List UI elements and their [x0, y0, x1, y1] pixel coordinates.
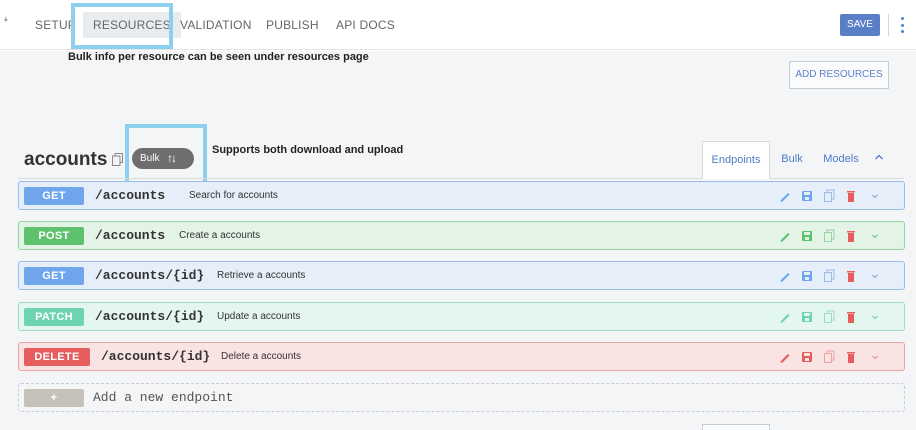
endpoint-actions	[779, 229, 899, 243]
delete-icon[interactable]	[845, 229, 857, 243]
add-endpoint-label: Add a new endpoint	[93, 390, 234, 405]
tab-endpoints[interactable]: Endpoints	[702, 141, 770, 179]
tab-bulk[interactable]: Bulk	[774, 141, 810, 179]
endpoint-row[interactable]: PATCH /accounts/{id} Update a accounts	[18, 302, 905, 331]
chevron-down-icon[interactable]	[869, 269, 881, 283]
highlight-resources-tab	[71, 3, 173, 49]
tab-publish[interactable]: PUBLISH	[266, 12, 319, 38]
endpoint-row[interactable]: GET /accounts Search for accounts	[18, 181, 905, 210]
divider	[888, 14, 889, 36]
endpoint-path: /accounts/{id}	[101, 349, 211, 364]
endpoint-actions	[779, 189, 899, 203]
save-icon[interactable]	[801, 310, 813, 324]
endpoint-row[interactable]: GET /accounts/{id} Retrieve a accounts	[18, 261, 905, 290]
chevron-up-icon[interactable]	[874, 152, 884, 162]
edit-icon[interactable]	[779, 350, 791, 364]
method-badge: GET	[24, 267, 84, 285]
endpoint-path: /accounts	[95, 188, 166, 203]
delete-icon[interactable]	[845, 310, 857, 324]
annotation-bulk-note: Supports both download and upload	[212, 144, 404, 156]
edit-icon[interactable]	[779, 229, 791, 243]
endpoint-description: Create a accounts	[179, 230, 261, 241]
copy-icon[interactable]	[823, 310, 835, 324]
endpoint-row[interactable]: POST /accounts Create a accounts	[18, 221, 905, 250]
save-icon[interactable]	[801, 229, 813, 243]
copy-icon[interactable]	[112, 153, 123, 166]
method-badge: DELETE	[24, 348, 90, 366]
tab-validation[interactable]: VALIDATION	[180, 12, 252, 38]
endpoint-description: Retrieve a accounts	[217, 270, 306, 281]
more-options-icon[interactable]	[897, 14, 907, 36]
save-icon[interactable]	[801, 189, 813, 203]
endpoint-path: /accounts/{id}	[95, 268, 205, 283]
add-endpoint-row[interactable]: + Add a new endpoint	[18, 383, 905, 412]
method-badge: POST	[24, 227, 84, 245]
scroll-left-icon[interactable]: ꜜ	[3, 18, 9, 30]
endpoint-path: /accounts	[95, 228, 166, 243]
chevron-down-icon[interactable]	[869, 229, 881, 243]
endpoint-actions	[779, 310, 899, 324]
copy-icon[interactable]	[823, 350, 835, 364]
edit-icon[interactable]	[779, 310, 791, 324]
method-badge: GET	[24, 187, 84, 205]
resource-tabs-divider	[18, 178, 904, 179]
delete-icon[interactable]	[845, 189, 857, 203]
add-endpoint-button[interactable]: +	[24, 389, 84, 407]
save-icon[interactable]	[801, 350, 813, 364]
method-badge: PATCH	[24, 308, 84, 326]
endpoint-row[interactable]: DELETE /accounts/{id} Delete a accounts	[18, 342, 905, 371]
endpoint-description: Update a accounts	[217, 311, 301, 322]
endpoint-description: Delete a accounts	[221, 351, 302, 362]
annotation-resources-note: Bulk info per resource can be seen under…	[68, 51, 369, 63]
chevron-down-icon[interactable]	[869, 310, 881, 324]
delete-icon[interactable]	[845, 269, 857, 283]
copy-icon[interactable]	[823, 229, 835, 243]
endpoint-description: Search for accounts	[189, 190, 278, 201]
tab-setup[interactable]: SETUP	[35, 12, 76, 38]
chevron-down-icon[interactable]	[869, 189, 881, 203]
highlight-bulk-button	[125, 124, 207, 186]
copy-icon[interactable]	[823, 189, 835, 203]
copy-icon[interactable]	[823, 269, 835, 283]
save-button[interactable]: SAVE	[840, 14, 880, 36]
edit-icon[interactable]	[779, 269, 791, 283]
resource-title: accounts	[24, 149, 108, 170]
tab-api-docs[interactable]: API DOCS	[336, 12, 395, 38]
edit-icon[interactable]	[779, 189, 791, 203]
endpoint-actions	[779, 269, 899, 283]
delete-icon[interactable]	[845, 350, 857, 364]
tab-models[interactable]: Models	[818, 141, 864, 179]
endpoint-path: /accounts/{id}	[95, 309, 205, 324]
chevron-down-icon[interactable]	[869, 350, 881, 364]
save-icon[interactable]	[801, 269, 813, 283]
add-resources-button[interactable]: ADD RESOURCES	[789, 61, 889, 89]
bottom-partial-button	[702, 424, 770, 430]
endpoint-actions	[779, 350, 899, 364]
